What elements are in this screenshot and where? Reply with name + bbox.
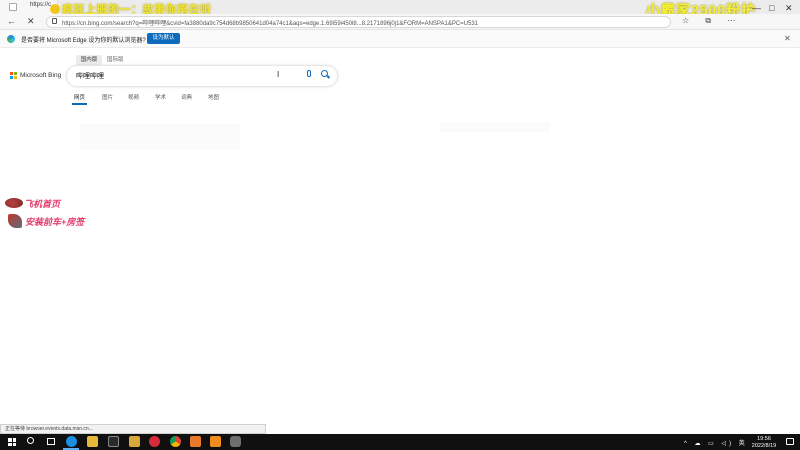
search-input[interactable]: 哔哩哔哩 [76, 71, 104, 81]
set-default-button[interactable]: 设为默认 [147, 33, 180, 44]
banner-close-icon[interactable]: ✕ [784, 34, 791, 43]
status-bar: 正在等待 browser.events.data.msn.cn... [0, 424, 266, 434]
task-view-icon[interactable] [47, 438, 55, 445]
minimize-icon[interactable]: — [752, 3, 761, 13]
smiley-icon [50, 4, 60, 14]
scope-tab-maps[interactable]: 地图 [208, 93, 219, 101]
store-app-icon[interactable] [108, 436, 119, 447]
page-icon [9, 3, 17, 11]
sublime-text-icon[interactable] [210, 436, 221, 447]
loading-placeholder [440, 122, 550, 132]
video-app-icon[interactable] [129, 436, 140, 447]
notification-center-icon[interactable] [786, 438, 794, 445]
rocket-sticker-icon [8, 214, 22, 228]
banner-message: 是否要将 Microsoft Edge 设为你的默认浏览器? [21, 38, 146, 44]
system-tray-icons[interactable]: ^ ☁ ▭ ◁) 英 [684, 438, 748, 447]
scope-tab-dictionary[interactable]: 词典 [181, 93, 192, 101]
back-arrow-icon[interactable]: ← [7, 16, 16, 26]
microphone-icon[interactable] [307, 70, 311, 77]
windows-start-icon[interactable] [8, 438, 16, 446]
address-url[interactable]: https://cn.bing.com/search?q=哔哩哔哩&cvid=f… [62, 18, 478, 27]
maximize-icon[interactable]: □ [769, 3, 774, 13]
text-cursor-icon: I [277, 70, 280, 79]
loading-placeholder [80, 124, 240, 150]
active-tab-indicator [72, 103, 87, 105]
region-tab-domestic[interactable]: 国内版 [76, 55, 102, 65]
file-explorer-icon[interactable] [87, 436, 98, 447]
edge-logo-icon [7, 35, 15, 43]
stop-loading-icon[interactable]: ✕ [27, 16, 35, 27]
overlay-sticker-2: 安装前车+房签 [25, 217, 85, 227]
scope-tab-academic[interactable]: 学术 [155, 93, 166, 101]
scope-tab-web[interactable]: 网页 [74, 93, 85, 101]
region-tab-international[interactable]: 国际版 [107, 55, 124, 65]
tab-title[interactable]: https://c [30, 2, 51, 8]
tools-app-icon[interactable] [190, 436, 201, 447]
lock-icon[interactable] [52, 18, 57, 24]
taskbar [0, 434, 800, 450]
scope-tab-videos[interactable]: 视频 [128, 93, 139, 101]
scope-tab-images[interactable]: 图片 [102, 93, 113, 101]
clock-date[interactable]: 2022/8/19 [748, 443, 780, 449]
chrome-app-icon[interactable] [170, 436, 181, 447]
netease-music-icon[interactable] [149, 436, 160, 447]
taskbar-search-icon[interactable] [27, 437, 34, 444]
close-window-icon[interactable]: ✕ [785, 3, 793, 14]
edge-app-icon[interactable] [66, 436, 77, 447]
overlay-sticker-1: 飞机首页 [24, 199, 61, 209]
microsoft-logo-icon[interactable] [10, 72, 17, 79]
browser-toolbar-icons[interactable]: ☆ ⧉ ⋯ [682, 16, 742, 26]
bing-brand[interactable]: Microsoft Bing [20, 72, 61, 79]
search-box[interactable] [67, 66, 337, 86]
game-controller-icon[interactable] [230, 436, 241, 447]
clock-time[interactable]: 19:56 [752, 436, 776, 442]
airplane-sticker-icon [5, 198, 23, 208]
